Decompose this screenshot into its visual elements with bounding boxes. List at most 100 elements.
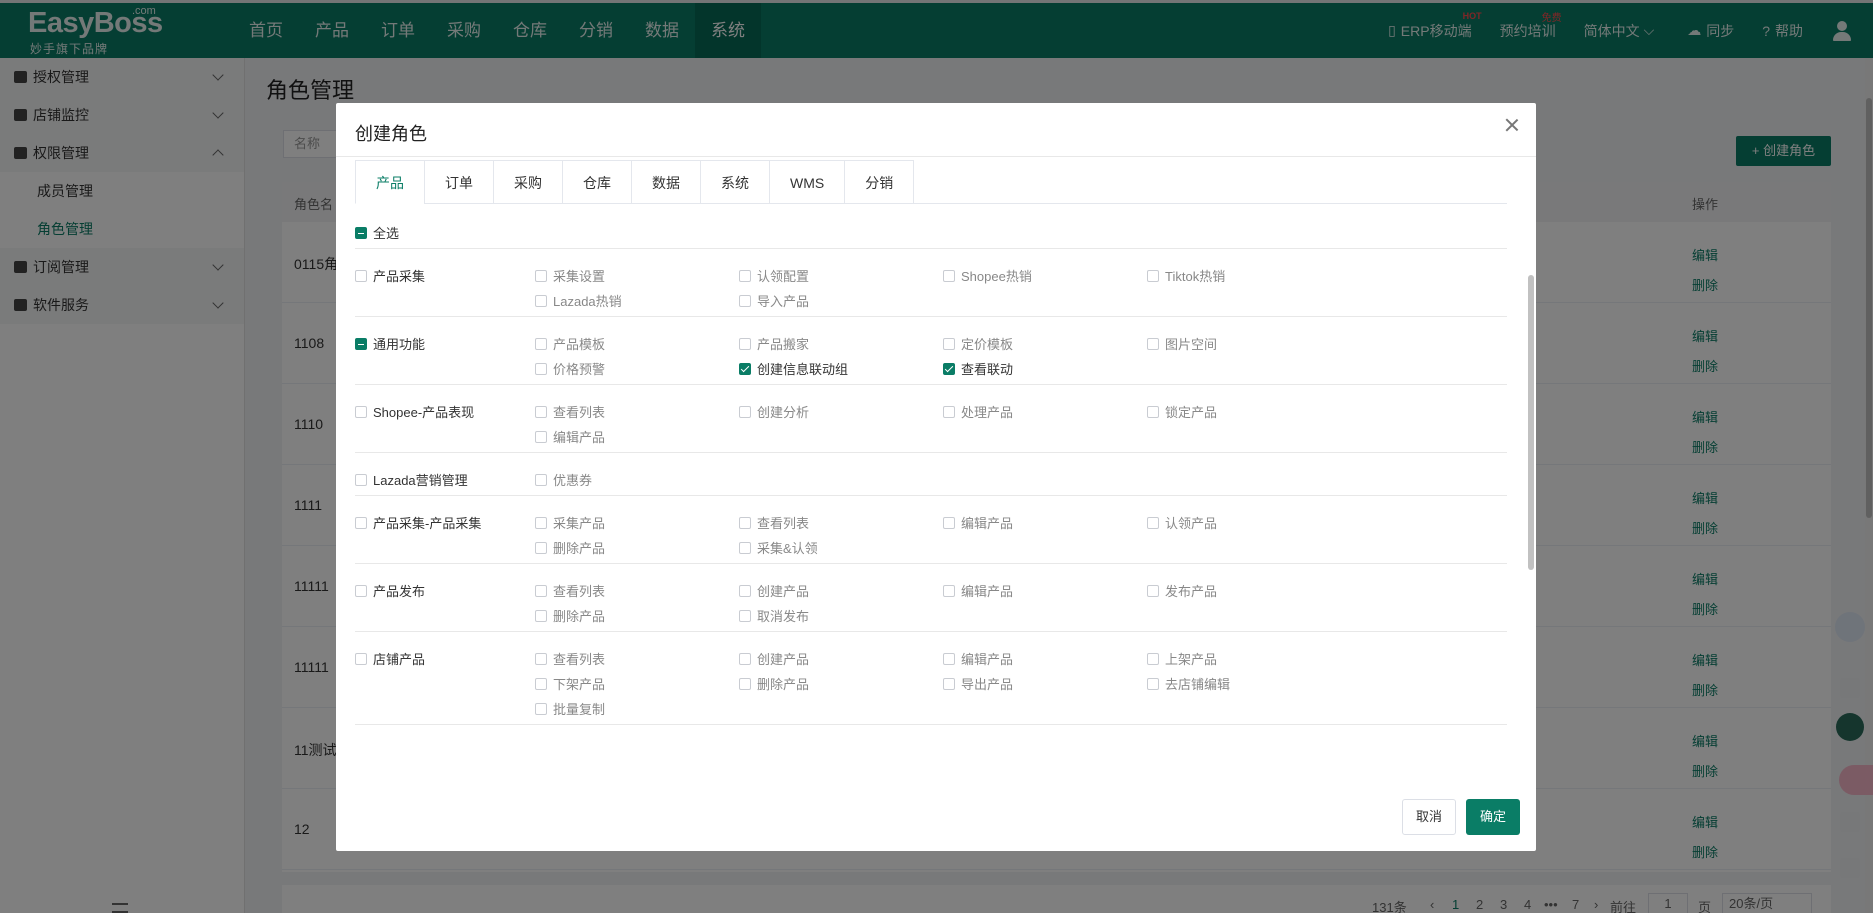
- permission-group[interactable]: Lazada营销管理: [355, 470, 468, 489]
- cancel-button[interactable]: 取消: [1402, 799, 1456, 835]
- option-checkbox[interactable]: [535, 609, 547, 622]
- group-checkbox[interactable]: [355, 405, 367, 418]
- select-all-row[interactable]: 全选: [355, 216, 1507, 249]
- option-checkbox[interactable]: [535, 269, 547, 282]
- permission-option[interactable]: 查看列表: [535, 649, 605, 668]
- permission-option[interactable]: 查看列表: [535, 581, 605, 600]
- permission-option[interactable]: 优惠券: [535, 470, 592, 489]
- permission-option[interactable]: 编辑产品: [535, 427, 605, 446]
- permission-option[interactable]: 删除产品: [535, 606, 605, 625]
- permission-option[interactable]: 图片空间: [1147, 334, 1217, 353]
- tab-0[interactable]: 产品: [355, 160, 424, 204]
- option-checkbox[interactable]: [535, 516, 547, 529]
- option-checkbox[interactable]: [1147, 677, 1159, 690]
- permission-option[interactable]: 导入产品: [739, 291, 809, 310]
- permission-option[interactable]: 价格预警: [535, 359, 605, 378]
- permission-option[interactable]: 锁定产品: [1147, 402, 1217, 421]
- permission-group[interactable]: 产品发布: [355, 581, 425, 600]
- tab-4[interactable]: 数据: [631, 160, 700, 204]
- option-checkbox[interactable]: [1147, 269, 1159, 282]
- permission-group[interactable]: 产品采集: [355, 266, 425, 285]
- close-icon[interactable]: [1504, 117, 1520, 133]
- permission-option[interactable]: 导出产品: [943, 674, 1013, 693]
- option-checkbox[interactable]: [739, 294, 751, 307]
- option-checkbox[interactable]: [739, 516, 751, 529]
- option-checkbox[interactable]: [943, 405, 955, 418]
- option-checkbox[interactable]: [739, 652, 751, 665]
- permission-option[interactable]: 查看列表: [739, 513, 809, 532]
- permission-option[interactable]: 定价模板: [943, 334, 1013, 353]
- option-checkbox[interactable]: [943, 269, 955, 282]
- option-checkbox[interactable]: [1147, 584, 1159, 597]
- permission-option[interactable]: 去店铺编辑: [1147, 674, 1230, 693]
- option-checkbox[interactable]: [535, 405, 547, 418]
- tab-1[interactable]: 订单: [424, 160, 493, 204]
- permission-group[interactable]: Shopee-产品表现: [355, 402, 474, 421]
- permission-option[interactable]: 创建产品: [739, 581, 809, 600]
- permission-option[interactable]: 处理产品: [943, 402, 1013, 421]
- option-checkbox[interactable]: [943, 652, 955, 665]
- option-checkbox[interactable]: [535, 473, 547, 486]
- permission-option[interactable]: 创建信息联动组: [739, 359, 848, 378]
- option-checkbox[interactable]: [535, 541, 547, 554]
- permission-option[interactable]: 认领配置: [739, 266, 809, 285]
- permission-option[interactable]: Shopee热销: [943, 266, 1032, 285]
- tab-2[interactable]: 采购: [493, 160, 562, 204]
- tab-6[interactable]: WMS: [769, 160, 845, 204]
- permission-option[interactable]: 采集设置: [535, 266, 605, 285]
- option-checkbox[interactable]: [739, 337, 751, 350]
- option-checkbox[interactable]: [943, 516, 955, 529]
- option-checkbox[interactable]: [943, 584, 955, 597]
- group-checkbox[interactable]: [355, 652, 367, 665]
- option-checkbox[interactable]: [1147, 405, 1159, 418]
- option-checkbox[interactable]: [535, 294, 547, 307]
- option-checkbox[interactable]: [535, 652, 547, 665]
- option-checkbox[interactable]: [739, 405, 751, 418]
- permission-option[interactable]: 认领产品: [1147, 513, 1217, 532]
- group-checkbox[interactable]: [355, 516, 367, 529]
- permission-group[interactable]: 通用功能: [355, 334, 425, 353]
- permission-option[interactable]: 产品模板: [535, 334, 605, 353]
- option-checkbox[interactable]: [943, 362, 955, 375]
- tab-5[interactable]: 系统: [700, 160, 769, 204]
- option-checkbox[interactable]: [739, 677, 751, 690]
- option-checkbox[interactable]: [1147, 337, 1159, 350]
- permission-option[interactable]: 编辑产品: [943, 513, 1013, 532]
- permission-group[interactable]: 产品采集-产品采集: [355, 513, 481, 532]
- group-checkbox[interactable]: [355, 269, 367, 282]
- modal-scrollbar[interactable]: [1528, 275, 1534, 570]
- option-checkbox[interactable]: [535, 362, 547, 375]
- option-checkbox[interactable]: [535, 584, 547, 597]
- option-checkbox[interactable]: [739, 541, 751, 554]
- permission-option[interactable]: 下架产品: [535, 674, 605, 693]
- group-checkbox[interactable]: [355, 473, 367, 486]
- option-checkbox[interactable]: [739, 362, 751, 375]
- permission-option[interactable]: 查看列表: [535, 402, 605, 421]
- permission-option[interactable]: 产品搬家: [739, 334, 809, 353]
- tab-7[interactable]: 分销: [844, 160, 915, 204]
- confirm-button[interactable]: 确定: [1466, 799, 1520, 835]
- permission-option[interactable]: 删除产品: [739, 674, 809, 693]
- option-checkbox[interactable]: [535, 337, 547, 350]
- permission-option[interactable]: 查看联动: [943, 359, 1013, 378]
- permission-option[interactable]: Lazada热销: [535, 291, 622, 310]
- tab-3[interactable]: 仓库: [562, 160, 631, 204]
- option-checkbox[interactable]: [943, 677, 955, 690]
- permission-option[interactable]: 编辑产品: [943, 649, 1013, 668]
- option-checkbox[interactable]: [1147, 516, 1159, 529]
- permission-option[interactable]: 采集&认领: [739, 538, 818, 557]
- group-checkbox[interactable]: [355, 337, 367, 350]
- option-checkbox[interactable]: [739, 269, 751, 282]
- option-checkbox[interactable]: [535, 702, 547, 715]
- option-checkbox[interactable]: [535, 430, 547, 443]
- permission-option[interactable]: Tiktok热销: [1147, 266, 1225, 285]
- group-checkbox[interactable]: [355, 584, 367, 597]
- option-checkbox[interactable]: [739, 584, 751, 597]
- permission-group[interactable]: 店铺产品: [355, 649, 425, 668]
- permission-option[interactable]: 上架产品: [1147, 649, 1217, 668]
- option-checkbox[interactable]: [739, 609, 751, 622]
- option-checkbox[interactable]: [943, 337, 955, 350]
- permission-option[interactable]: 取消发布: [739, 606, 809, 625]
- permission-option[interactable]: 采集产品: [535, 513, 605, 532]
- permission-option[interactable]: 编辑产品: [943, 581, 1013, 600]
